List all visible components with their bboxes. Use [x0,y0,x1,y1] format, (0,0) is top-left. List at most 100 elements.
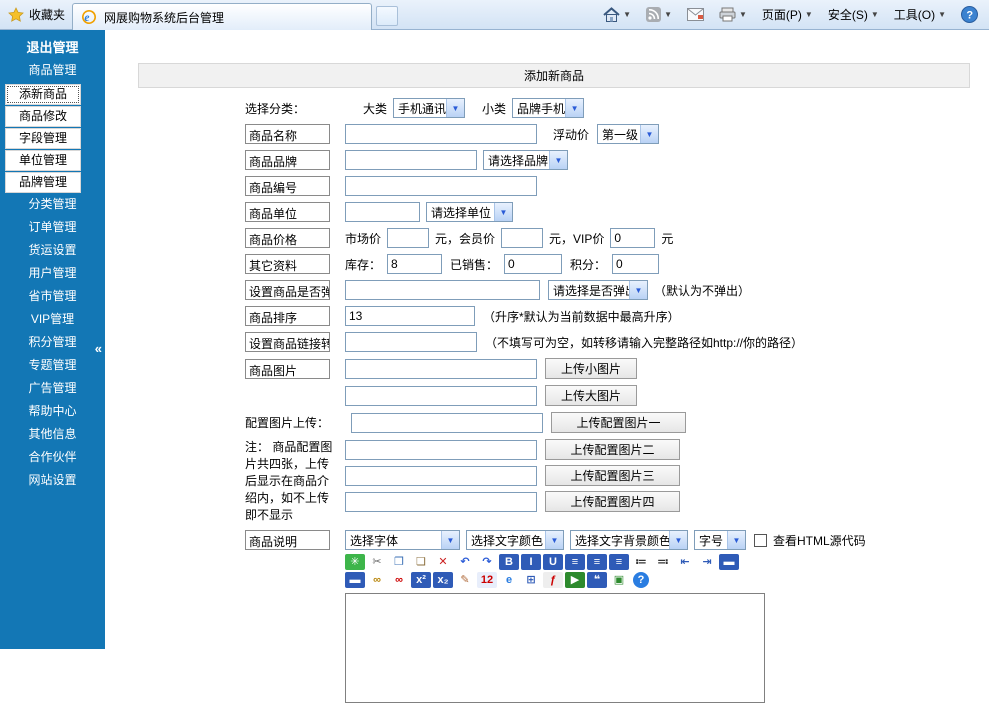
insert-flash-icon[interactable]: ƒ [543,572,563,588]
big-category-select[interactable]: 手机通讯▼ [393,98,465,118]
upload-config-image-4-button[interactable]: 上传配置图片四 [545,491,680,512]
member-price-input[interactable] [501,228,543,248]
popup-select[interactable]: 请选择是否弹出▼ [548,280,648,300]
home-button[interactable]: ▼ [600,5,634,24]
sidebar-item[interactable]: 退出管理 [0,37,105,60]
superscript-icon[interactable]: x² [411,572,431,588]
sidebar-item[interactable]: 单位管理 [5,150,81,171]
sidebar-item[interactable]: 专题管理 [0,355,105,378]
font-size-select[interactable]: 字号▼ [694,530,746,550]
sidebar-item[interactable]: 帮助中心 [0,401,105,424]
font-select[interactable]: 选择字体▼ [345,530,460,550]
web-unlink-icon[interactable]: ∞ [389,572,409,588]
separator-icon[interactable]: ▬ [345,572,365,588]
paste-icon[interactable]: ❏ [411,554,431,570]
copy-icon[interactable]: ❐ [389,554,409,570]
upload-big-image-button[interactable]: 上传大图片 [545,385,637,406]
small-image-input[interactable] [345,359,537,379]
sidebar-item[interactable]: 广告管理 [0,378,105,401]
big-image-input[interactable] [345,386,537,406]
upload-config-image-2-button[interactable]: 上传配置图片二 [545,439,680,460]
sold-input[interactable] [504,254,562,274]
favorites-button[interactable]: 收藏夹 [8,6,65,23]
bullet-list-icon[interactable]: ≔ [631,554,651,570]
sidebar-item[interactable]: 网站设置 [0,470,105,493]
numbered-list-icon[interactable]: ≕ [653,554,673,570]
browser-preview-icon[interactable]: e [499,572,519,588]
sku-input[interactable] [345,176,537,196]
config-image-1-input[interactable] [351,413,543,433]
config-image-3-input[interactable] [345,466,537,486]
upload-config-image-1-button[interactable]: 上传配置图片一 [551,412,686,433]
sidebar-item[interactable]: 省市管理 [0,286,105,309]
feeds-button[interactable]: ▼ [643,5,675,24]
insert-table-icon[interactable]: ⊞ [521,572,541,588]
print-button[interactable]: ▼ [716,5,750,24]
outdent-icon[interactable]: ⇤ [675,554,695,570]
link-input[interactable] [345,332,477,352]
vip-price-input[interactable] [610,228,655,248]
sidebar-item[interactable]: 品牌管理 [5,172,81,193]
sort-input[interactable] [345,306,475,326]
delete-icon[interactable]: ✕ [433,554,453,570]
view-html-checkbox[interactable] [754,534,767,547]
insert-media-icon[interactable]: ▶ [565,572,585,588]
underline-icon[interactable]: U [543,554,563,570]
sidebar-item[interactable]: 商品管理 [0,60,105,83]
description-textarea[interactable] [345,593,765,703]
sidebar-item[interactable]: 订单管理 [0,217,105,240]
upload-config-image-3-button[interactable]: 上传配置图片三 [545,465,680,486]
align-left-icon[interactable]: ≡ [565,554,585,570]
sidebar-item[interactable]: 积分管理 [0,332,105,355]
insert-date-icon[interactable]: 12 [477,572,497,588]
redo-icon[interactable]: ↷ [477,554,497,570]
stock-input[interactable] [387,254,442,274]
bold-icon[interactable]: B [499,554,519,570]
sidebar-collapse-icon[interactable]: « [95,341,102,356]
subscript-icon[interactable]: x₂ [433,572,453,588]
upload-small-image-button[interactable]: 上传小图片 [545,358,637,379]
editor-help-icon[interactable]: ? [633,572,649,588]
sidebar-item[interactable]: 用户管理 [0,263,105,286]
help-button[interactable]: ? [958,4,981,25]
insert-comment-icon[interactable]: ❝ [587,572,607,588]
brand-input[interactable] [345,150,477,170]
align-center-icon[interactable]: ≡ [587,554,607,570]
points-input[interactable] [612,254,659,274]
sidebar-item[interactable]: 字段管理 [5,128,81,149]
sidebar-item[interactable]: 添新商品 [5,84,81,105]
config-image-2-input[interactable] [345,440,537,460]
small-category-select[interactable]: 品牌手机▼ [512,98,584,118]
undo-icon[interactable]: ↶ [455,554,475,570]
sidebar-item[interactable]: 其他信息 [0,424,105,447]
italic-icon[interactable]: I [521,554,541,570]
highlight-pen-icon[interactable]: ✎ [455,572,475,588]
web-link-icon[interactable]: ∞ [367,572,387,588]
read-mail-button[interactable] [684,6,707,23]
new-tab-button[interactable] [376,6,398,26]
cut-icon[interactable]: ✂ [367,554,387,570]
sidebar-item[interactable]: 分类管理 [0,194,105,217]
safety-menu-button[interactable]: 安全(S) ▼ [825,4,882,25]
popup-input[interactable] [345,280,540,300]
sidebar-item[interactable]: 合作伙伴 [0,447,105,470]
indent-icon[interactable]: ⇥ [697,554,717,570]
align-right-icon[interactable]: ≡ [609,554,629,570]
tools-menu-button[interactable]: 工具(O) ▼ [891,4,949,25]
config-image-4-input[interactable] [345,492,537,512]
sidebar-item[interactable]: VIP管理 [0,309,105,332]
unit-select[interactable]: 请选择单位▼ [426,202,513,222]
insert-image-icon[interactable]: ▣ [609,572,629,588]
market-price-input[interactable] [387,228,429,248]
browser-tab[interactable]: e 网展购物系统后台管理 [72,3,372,30]
page-menu-button[interactable]: 页面(P) ▼ [759,4,816,25]
brand-select[interactable]: 请选择品牌▼ [483,150,568,170]
text-color-select[interactable]: 选择文字颜色▼ [466,530,564,550]
float-price-select[interactable]: 第一级▼ [597,124,659,144]
product-name-input[interactable] [345,124,537,144]
sidebar-item[interactable]: 货运设置 [0,240,105,263]
spellcheck-icon[interactable]: ✳ [345,554,365,570]
text-bgcolor-select[interactable]: 选择文字背景颜色▼ [570,530,688,550]
horizontal-rule-icon[interactable]: ▬ [719,554,739,570]
unit-input[interactable] [345,202,420,222]
